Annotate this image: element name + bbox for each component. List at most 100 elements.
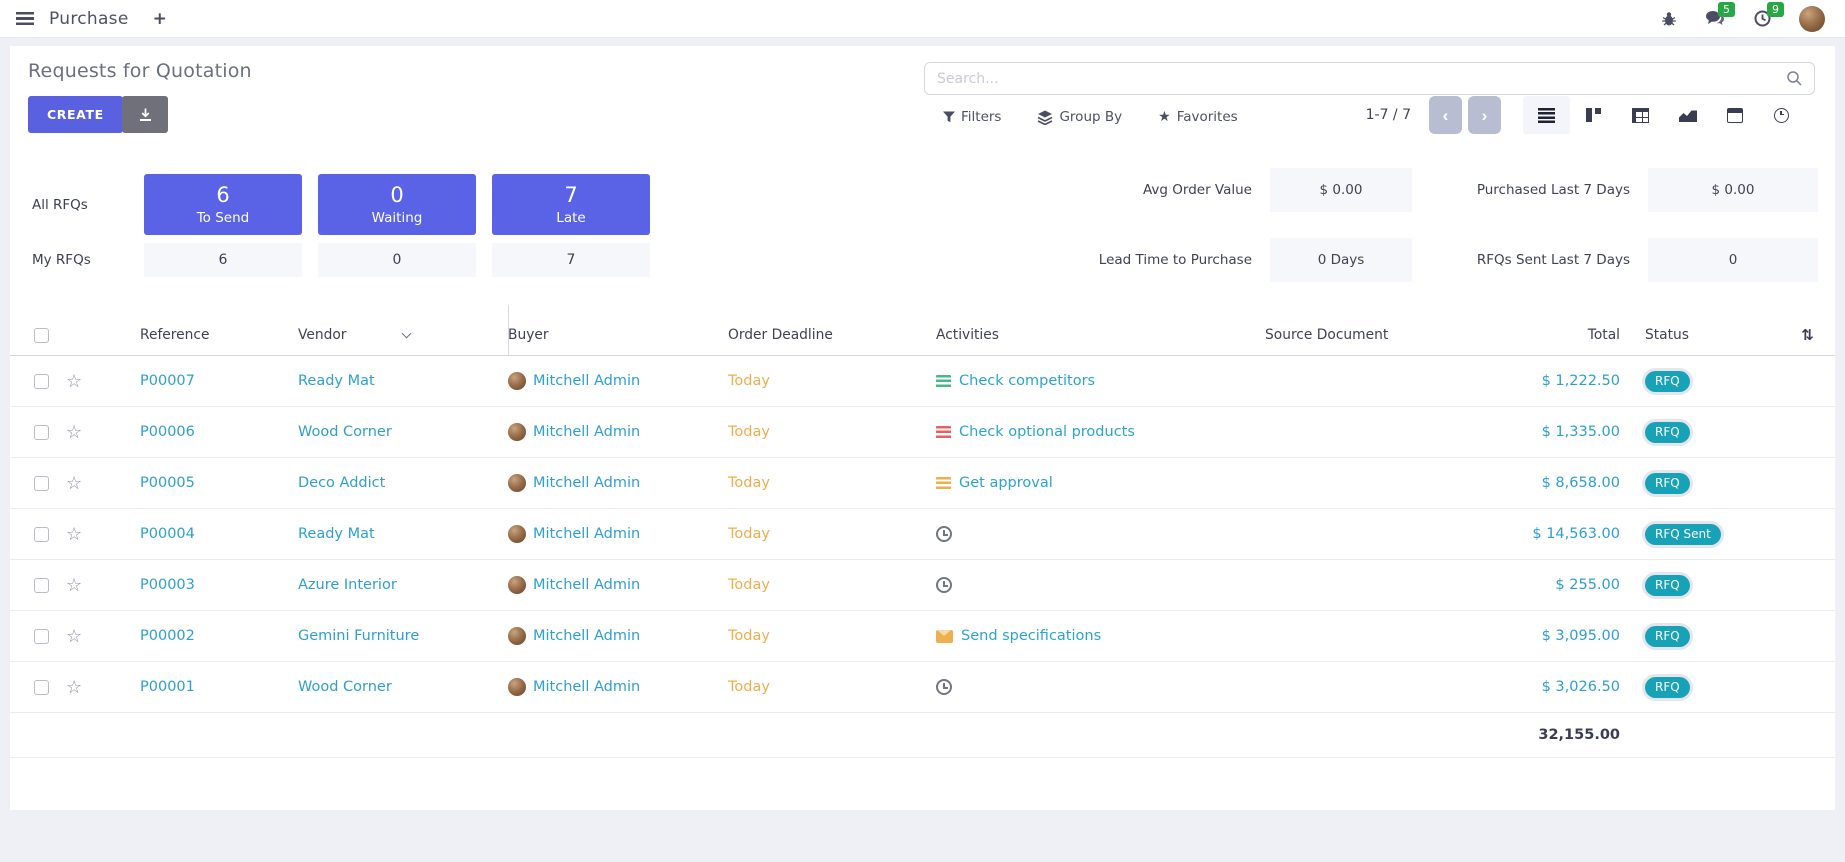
reference-link[interactable]: P00007 [140,373,195,389]
vendor-link[interactable]: Ready Mat [298,526,375,542]
reference-link[interactable]: P00004 [140,526,195,542]
header-buyer[interactable]: Buyer [508,327,728,343]
my-late-count[interactable]: 7 [492,243,650,277]
favorite-star-icon[interactable]: ☆ [66,473,82,494]
header-activities[interactable]: Activities [936,327,1265,343]
messages-button[interactable]: 5 [1705,10,1726,27]
filters-menu[interactable]: Filters [943,109,1001,125]
hamburger-menu-icon[interactable] [16,12,34,25]
activity-link[interactable]: Send specifications [961,628,1101,644]
table-row[interactable]: ☆ P00002 Gemini Furniture Mitchell Admin… [10,611,1835,662]
table-row[interactable]: ☆ P00007 Ready Mat Mitchell Admin Today … [10,356,1835,407]
vendor-link[interactable]: Wood Corner [298,424,392,440]
late-count: 7 [564,183,577,208]
table-row[interactable]: ☆ P00004 Ready Mat Mitchell Admin Today … [10,509,1835,560]
group-by-menu[interactable]: Group By [1037,109,1122,125]
row-checkbox[interactable] [34,680,49,695]
header-reference[interactable]: Reference [108,327,298,343]
reference-link[interactable]: P00001 [140,679,195,695]
kanban-view-button[interactable] [1570,96,1617,134]
activity-link[interactable]: Check competitors [959,373,1095,389]
buyer-link[interactable]: Mitchell Admin [533,628,640,644]
buyer-link[interactable]: Mitchell Admin [533,373,640,389]
reference-link[interactable]: P00002 [140,628,195,644]
buyer-link[interactable]: Mitchell Admin [533,475,640,491]
reference-link[interactable]: P00006 [140,424,195,440]
favorite-star-icon[interactable]: ☆ [66,524,82,545]
buyer-link[interactable]: Mitchell Admin [533,679,640,695]
search-input[interactable] [925,63,1786,94]
view-switcher [1523,96,1805,134]
pager-previous-button[interactable]: ‹ [1429,96,1462,134]
favorite-star-icon[interactable]: ☆ [66,371,82,392]
pivot-view-button[interactable] [1617,96,1664,134]
table-row[interactable]: ☆ P00003 Azure Interior Mitchell Admin T… [10,560,1835,611]
activity-icon[interactable] [936,630,953,643]
row-checkbox[interactable] [34,374,49,389]
row-checkbox[interactable] [34,629,49,644]
activity-icon[interactable] [936,426,951,439]
calendar-view-button[interactable] [1711,96,1758,134]
my-to-send-count[interactable]: 6 [144,243,302,277]
optional-columns-icon[interactable]: ⇅ [1801,326,1814,344]
favorite-star-icon[interactable]: ☆ [66,422,82,443]
new-tab-button[interactable]: + [153,9,167,29]
buyer-avatar [508,474,526,492]
tile-to-send[interactable]: 6 To Send [144,174,302,235]
pager-next-button[interactable]: › [1468,96,1501,134]
reference-link[interactable]: P00003 [140,577,195,593]
header-source-document[interactable]: Source Document [1265,327,1510,343]
buyer-link[interactable]: Mitchell Admin [533,577,640,593]
tile-waiting[interactable]: 0 Waiting [318,174,476,235]
favorite-star-icon[interactable]: ☆ [66,677,82,698]
header-status[interactable]: Status [1622,327,1780,343]
activity-icon[interactable] [936,577,952,593]
breadcrumb: Requests for Quotation [28,60,252,82]
activity-link[interactable]: Get approval [959,475,1053,491]
my-waiting-count[interactable]: 0 [318,243,476,277]
activities-button[interactable]: 9 [1754,10,1771,27]
header-order-deadline[interactable]: Order Deadline [728,327,936,343]
row-checkbox[interactable] [34,578,49,593]
debug-bug-icon[interactable] [1661,11,1677,27]
reference-link[interactable]: P00005 [140,475,195,491]
buyer-avatar [508,576,526,594]
create-button[interactable]: CREATE [28,96,123,133]
tile-late[interactable]: 7 Late [492,174,650,235]
purchased-last-7-days: $ 0.00 [1648,168,1818,212]
vendor-link[interactable]: Deco Addict [298,475,385,491]
avg-order-value-label: Avg Order Value [952,182,1252,198]
table-row[interactable]: ☆ P00001 Wood Corner Mitchell Admin Toda… [10,662,1835,713]
search-icon[interactable] [1786,70,1803,87]
favorite-star-icon[interactable]: ☆ [66,626,82,647]
app-menu-title[interactable]: Purchase [49,9,129,29]
activity-icon[interactable] [936,679,952,695]
row-checkbox[interactable] [34,476,49,491]
list-view-button[interactable] [1523,96,1570,134]
row-checkbox[interactable] [34,425,49,440]
column-resize-handle[interactable] [508,305,509,355]
vendor-link[interactable]: Ready Mat [298,373,375,389]
activity-view-button[interactable] [1758,96,1805,134]
activity-icon[interactable] [936,375,951,388]
status-badge: RFQ [1645,575,1690,596]
row-checkbox[interactable] [34,527,49,542]
vendor-link[interactable]: Wood Corner [298,679,392,695]
graph-view-button[interactable] [1664,96,1711,134]
buyer-link[interactable]: Mitchell Admin [533,526,640,542]
header-total[interactable]: Total [1510,327,1622,343]
favorite-star-icon[interactable]: ☆ [66,575,82,596]
table-row[interactable]: ☆ P00005 Deco Addict Mitchell Admin Toda… [10,458,1835,509]
activity-icon[interactable] [936,477,951,490]
vendor-link[interactable]: Azure Interior [298,577,397,593]
activity-icon[interactable] [936,526,952,542]
buyer-link[interactable]: Mitchell Admin [533,424,640,440]
export-button[interactable] [122,96,168,133]
vendor-link[interactable]: Gemini Furniture [298,628,419,644]
table-row[interactable]: ☆ P00006 Wood Corner Mitchell Admin Toda… [10,407,1835,458]
header-vendor[interactable]: Vendor [298,327,508,343]
select-all-checkbox[interactable] [34,328,49,343]
favorites-menu[interactable]: ★ Favorites [1158,109,1238,125]
user-avatar[interactable] [1799,6,1825,32]
activity-link[interactable]: Check optional products [959,424,1135,440]
